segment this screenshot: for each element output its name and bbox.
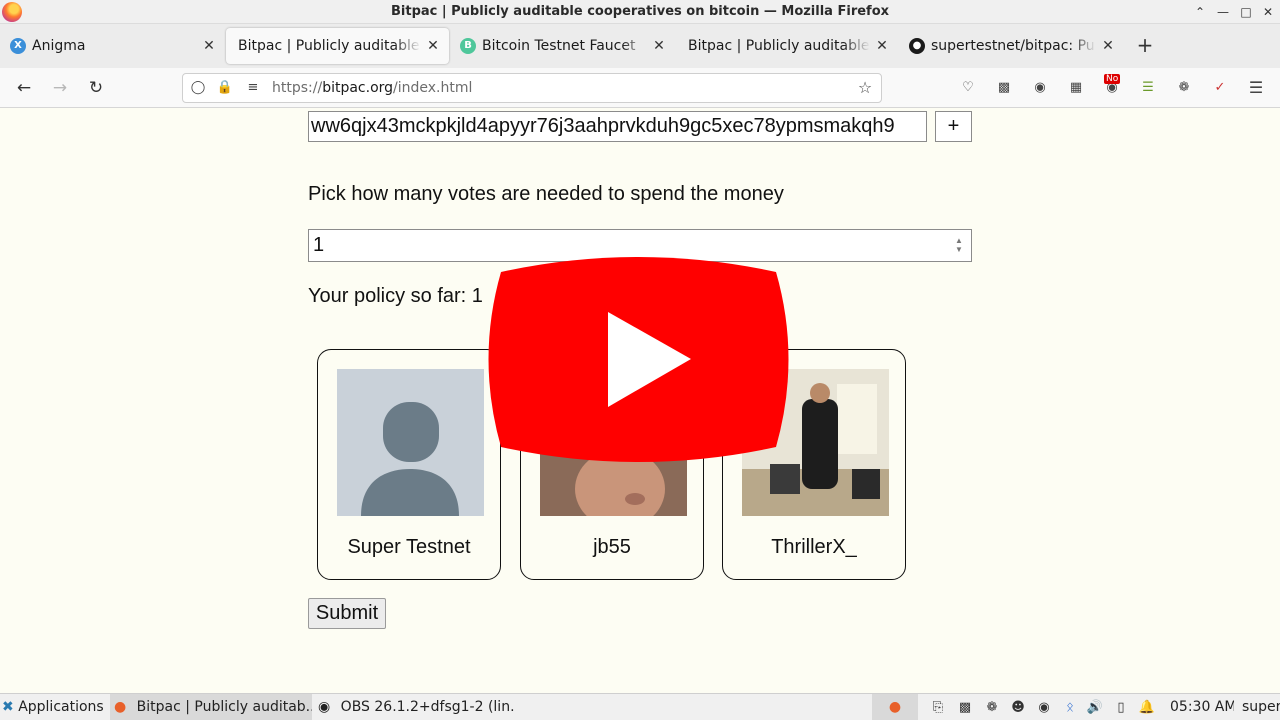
anigma-favicon-icon: X — [10, 38, 26, 54]
equalizer-icon[interactable]: ☰ — [1138, 78, 1158, 98]
taskbar-window-obs[interactable]: ◉ OBS 26.1.2+dfsg1-2 (lin... — [314, 694, 514, 720]
tab-bitpac[interactable]: Bitpac | Publicly auditable cooperatives… — [676, 28, 898, 64]
permissions-icon[interactable]: ≡ — [244, 79, 262, 97]
close-window-button[interactable]: ✕ — [1259, 3, 1277, 21]
votes-label: Pick how many votes are needed to spend … — [308, 183, 784, 205]
url-prefix: https:// — [272, 80, 323, 96]
tab-close-icon[interactable]: ✕ — [1100, 28, 1116, 64]
obs-icon: ◉ — [318, 699, 331, 715]
applications-menu[interactable]: ✖ Applications — [2, 694, 108, 720]
minimize-chevron-icon[interactable]: ⌃ — [1191, 3, 1209, 21]
member-name: Super Testnet — [347, 536, 471, 558]
policy-summary: Your policy so far: 1 — [308, 285, 483, 307]
votes-value: 1 — [313, 234, 325, 256]
privacy-badger-icon[interactable]: ◉ — [1030, 78, 1050, 98]
youtube-play-icon[interactable] — [481, 252, 796, 467]
pubkey-input[interactable]: ww6qjx43mckpkjld4apyyr76j3aahprvkduh9gc5… — [308, 111, 927, 142]
bookmark-star-icon[interactable]: ☆ — [856, 79, 874, 97]
github-icon: ● — [909, 38, 925, 54]
taskbar-window-label: Bitpac | Publicly auditab... — [136, 699, 312, 715]
tab-strip: X Anigma ✕ Bitpac | Publicly auditable c… — [0, 24, 1280, 68]
shield-icon[interactable]: ◯ — [189, 79, 207, 97]
minimize-button[interactable]: — — [1214, 3, 1232, 21]
spinner-icon[interactable]: ▲ ▼ — [953, 236, 965, 255]
tab-label: Bitpac | Publicly auditable cooperatives… — [238, 38, 421, 54]
tab-close-icon[interactable]: ✕ — [651, 28, 667, 64]
battery-icon[interactable]: ▯ — [1111, 698, 1131, 718]
volume-icon[interactable]: 🔊 — [1085, 698, 1105, 718]
reload-button[interactable]: ↻ — [84, 76, 108, 100]
extension-menu-icon[interactable]: ▩ — [994, 78, 1014, 98]
url-text[interactable]: https://bitpac.org/index.html — [272, 80, 472, 96]
firefox-icon: ● — [114, 699, 127, 715]
pocket-icon[interactable]: ♡ — [958, 78, 978, 98]
tab-bitpac-active[interactable]: Bitpac | Publicly auditable cooperatives… — [226, 28, 449, 64]
network-signal-icon[interactable]: ▩ — [955, 698, 975, 718]
printer-icon[interactable]: ⎘ — [928, 698, 948, 718]
obs-tray-icon[interactable]: ◉ — [1034, 698, 1054, 718]
new-tab-button[interactable]: + — [1134, 34, 1156, 56]
bitcoin-faucet-favicon-icon: B — [460, 38, 476, 54]
back-button[interactable]: ← — [12, 76, 36, 100]
member-card[interactable]: Super Testnet — [317, 349, 501, 580]
tab-label: Bitcoin Testnet Faucet — [482, 38, 636, 54]
window-title: Bitpac | Publicly auditable cooperatives… — [390, 4, 890, 19]
add-pubkey-button[interactable]: + — [935, 111, 972, 142]
extension-badge: No — [1104, 74, 1121, 84]
navigation-toolbar: ← → ↻ ◯ 🔒 ≡ https://bitpac.org/index.htm… — [0, 68, 1280, 108]
extension-icon[interactable]: ✓ — [1210, 78, 1230, 98]
tray-app-icon[interactable]: ❁ — [982, 698, 1002, 718]
hamburger-menu-icon[interactable]: ☰ — [1246, 78, 1266, 98]
tab-label: Bitpac | Publicly auditable cooperatives… — [688, 38, 870, 54]
user-menu[interactable]: super — [1242, 694, 1280, 720]
applications-label: Applications — [18, 699, 104, 715]
notification-bell-icon[interactable]: 🔔 — [1137, 698, 1157, 718]
submit-button[interactable]: Submit — [308, 598, 386, 629]
taskbar-firefox-launcher[interactable]: ● — [872, 694, 918, 720]
default-avatar-icon — [337, 369, 484, 516]
member-name: ThrillerX_ — [771, 536, 857, 558]
qr-code-icon[interactable]: ▦ — [1066, 78, 1086, 98]
firefox-icon: ● — [888, 699, 902, 715]
tab-close-icon[interactable]: ✕ — [874, 28, 890, 64]
discord-icon[interactable]: ☻ — [1008, 698, 1028, 718]
bluetooth-icon[interactable]: ᛟ — [1060, 698, 1080, 718]
tab-anigma[interactable]: X Anigma ✕ — [0, 28, 225, 64]
clock[interactable]: 05:30 AM — [1170, 694, 1234, 720]
tab-close-icon[interactable]: ✕ — [425, 28, 441, 64]
maximize-button[interactable]: □ — [1237, 3, 1255, 21]
tab-bitcoin-testnet-faucet[interactable]: B Bitcoin Testnet Faucet ✕ — [450, 28, 675, 64]
window-titlebar: Bitpac | Publicly auditable cooperatives… — [0, 0, 1280, 24]
tab-label: Anigma — [32, 38, 86, 54]
tab-close-icon[interactable]: ✕ — [201, 28, 217, 64]
taskbar-window-label: OBS 26.1.2+dfsg1-2 (lin... — [340, 699, 514, 715]
palette-icon[interactable]: ❁ — [1174, 78, 1194, 98]
tab-github-bitpac[interactable]: ● supertestnet/bitpac: Publicly auditabl… — [899, 28, 1124, 64]
taskbar: ✖ Applications ● Bitpac | Publicly audit… — [0, 693, 1280, 720]
url-path: /index.html — [393, 80, 473, 96]
forward-button[interactable]: → — [48, 76, 72, 100]
xfce-logo-icon: ✖ — [2, 699, 14, 715]
tab-label: supertestnet/bitpac: Publicly auditable … — [931, 38, 1096, 54]
lock-icon[interactable]: 🔒 — [216, 79, 234, 97]
taskbar-window-firefox[interactable]: ● Bitpac | Publicly auditab... — [110, 694, 312, 720]
address-bar[interactable]: ◯ 🔒 ≡ https://bitpac.org/index.html ☆ — [182, 73, 882, 103]
member-name: jb55 — [593, 536, 631, 558]
url-domain: bitpac.org — [322, 80, 394, 96]
